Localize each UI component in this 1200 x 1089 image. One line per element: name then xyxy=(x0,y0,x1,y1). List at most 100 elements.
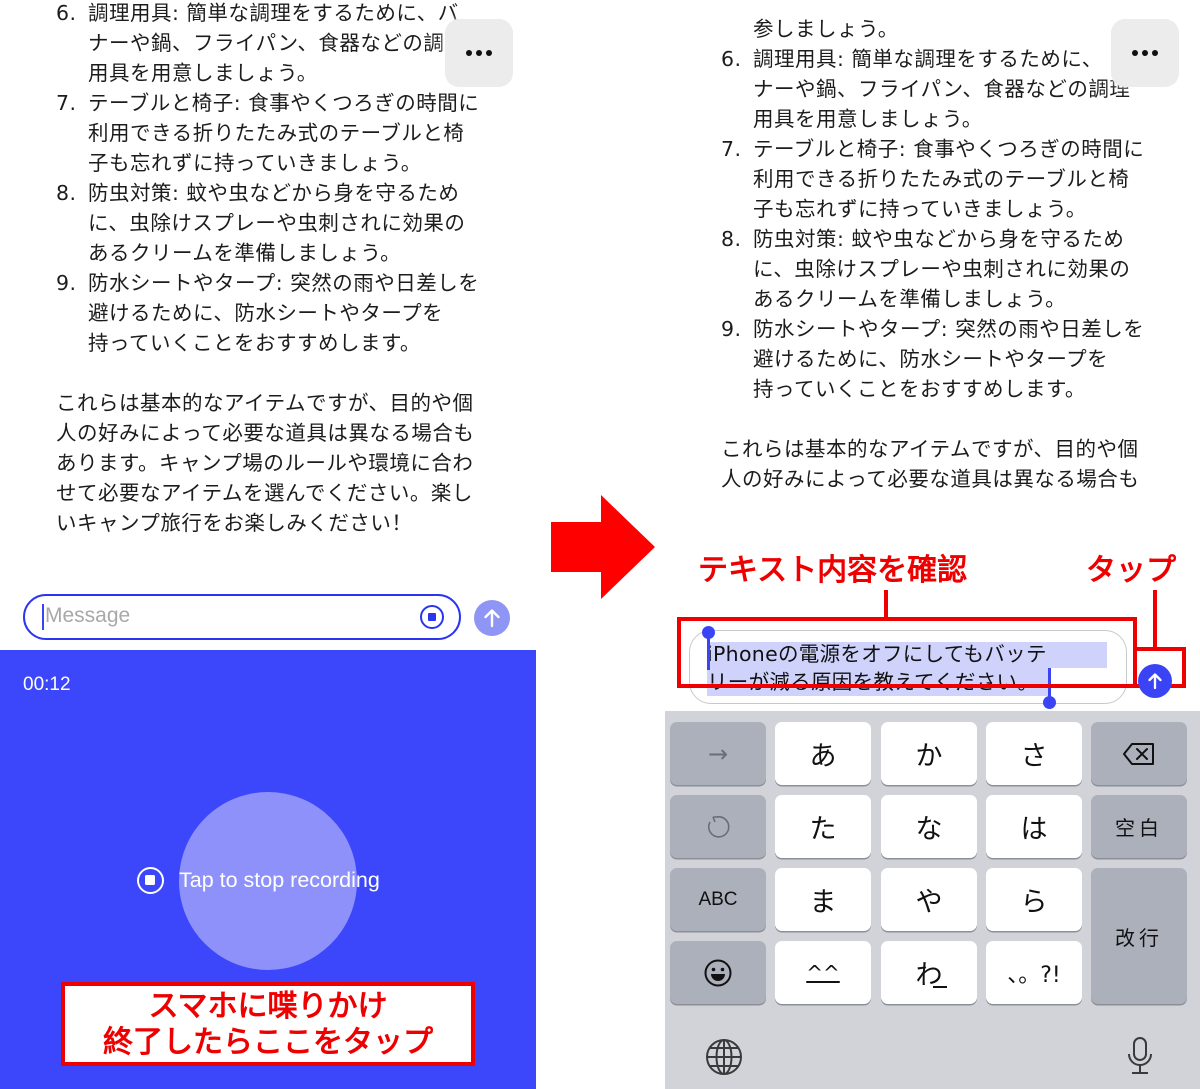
send-button[interactable] xyxy=(1138,664,1172,698)
key-na[interactable]: な xyxy=(881,795,977,858)
key-label: ら xyxy=(1020,887,1048,918)
key-label: な xyxy=(915,814,943,845)
list-number: 8. xyxy=(56,181,77,205)
text-line: に、虫除けスプレーや虫刺されに効果の xyxy=(753,257,1131,281)
list-number: 8. xyxy=(721,227,742,251)
list-number: 7. xyxy=(56,91,77,115)
key-next-candidate[interactable]: → xyxy=(670,722,766,785)
key-label: 、。?! xyxy=(1007,962,1061,988)
closing-paragraph: これらは基本的なアイテムですが、目的や個 人の好みによって必要な道具は異なる場合… xyxy=(665,434,1200,494)
list-item: 8. 防虫対策: 蚊や虫などから身を守るため に、虫除けスプレーや虫刺されに効果… xyxy=(0,178,536,268)
key-punctuation[interactable]: 、。?! xyxy=(986,941,1082,1004)
text-cursor xyxy=(42,604,44,630)
key-space[interactable]: 空白 xyxy=(1091,795,1187,858)
right-arrow-icon xyxy=(551,495,655,599)
arrow-right-icon: → xyxy=(707,739,729,768)
globe-icon[interactable] xyxy=(705,1038,743,1080)
text-line: 持っていくことをおすすめします。 xyxy=(88,331,421,355)
annotation-confirm-text: テキスト内容を確認 xyxy=(698,553,968,588)
text-line: あるクリームを準備しましょう。 xyxy=(753,287,1067,311)
text-line: 人の好みによって必要な道具は異なる場合も xyxy=(56,421,475,445)
annotation-line: 終了したらここをタップ xyxy=(103,1025,433,1060)
message-placeholder: Message xyxy=(45,604,131,627)
key-abc[interactable]: ABC xyxy=(670,868,766,931)
text-line: 防水シートやタープ: 突然の雨や日差しを xyxy=(753,317,1145,341)
more-options-button[interactable] xyxy=(1111,19,1179,87)
text-line: 人の好みによって必要な道具は異なる場合も xyxy=(721,467,1140,491)
key-undo[interactable] xyxy=(670,795,766,858)
text-line: いキャンプ旅行をお楽しみください！ xyxy=(56,511,413,535)
stop-recording-label: Tap to stop recording xyxy=(179,868,380,892)
list-number: 6. xyxy=(56,1,77,25)
key-emoji[interactable] xyxy=(670,941,766,1004)
undo-icon xyxy=(707,815,730,838)
text-line: 子も忘れずに持っていきましょう。 xyxy=(753,197,1087,221)
key-ka[interactable]: か xyxy=(881,722,977,785)
list-item: 8. 防虫対策: 蚊や虫などから身を守るため に、虫除けスプレーや虫刺されに効果… xyxy=(665,224,1200,314)
key-ra[interactable]: ら xyxy=(986,868,1082,931)
text-line: 持っていくことをおすすめします。 xyxy=(753,377,1086,401)
key-label: か xyxy=(915,741,943,772)
annotation-callout: スマホに喋りかけ 終了したらここをタップ xyxy=(61,982,475,1066)
text-line: 避けるために、防水シートやタープを xyxy=(88,301,444,325)
recording-timer: 00:12 xyxy=(23,674,71,695)
text-line: 防虫対策: 蚊や虫などから身を守るため xyxy=(753,227,1125,251)
list-item: 9. 防水シートやタープ: 突然の雨や日差しを 避けるために、防水シートやタープ… xyxy=(665,314,1200,404)
annotation-line: スマホに喋りかけ xyxy=(148,989,388,1024)
text-line: に、虫除けスプレーや虫刺されに効果の xyxy=(88,211,466,235)
small-kana-mark xyxy=(933,986,947,988)
ellipsis-icon xyxy=(464,50,494,56)
left-screen: 6. 調理用具: 簡単な調理をするために、バ ナーや鍋、フライパン、食器などの調… xyxy=(0,0,536,1089)
arrow-up-icon xyxy=(1148,673,1162,690)
key-label: あ xyxy=(809,741,837,772)
annotation-box-input xyxy=(677,617,1137,688)
stop-recording-button[interactable]: Tap to stop recording xyxy=(137,867,380,894)
list-number: 9. xyxy=(56,271,77,295)
backspace-icon xyxy=(1123,742,1154,765)
key-ya[interactable]: や xyxy=(881,868,977,931)
key-label: 空白 xyxy=(1115,816,1163,840)
japanese-keyboard: → あ か さ た な は 空白 ABC ま や ら 改行 ^^ わ 、。?! xyxy=(665,711,1200,1089)
text-line: これらは基本的なアイテムですが、目的や個 xyxy=(721,437,1139,461)
key-label: さ xyxy=(1020,741,1048,772)
key-return[interactable]: 改行 xyxy=(1091,868,1187,1004)
stop-recording-icon[interactable] xyxy=(420,605,444,629)
key-delete[interactable] xyxy=(1091,722,1187,785)
key-ha[interactable]: は xyxy=(986,795,1082,858)
text-line: 用具を用意しましょう。 xyxy=(753,107,983,131)
list-number: 7. xyxy=(721,137,742,161)
key-a[interactable]: あ xyxy=(775,722,871,785)
key-label: ABC xyxy=(698,888,738,910)
key-sa[interactable]: さ xyxy=(986,722,1082,785)
key-kaomoji[interactable]: ^^ xyxy=(775,941,871,1004)
key-wa[interactable]: わ xyxy=(881,941,977,1004)
list-number: 6. xyxy=(721,47,742,71)
key-label: 改行 xyxy=(1115,925,1163,950)
text-line: 防虫対策: 蚊や虫などから身を守るため xyxy=(88,181,460,205)
annotation-connector xyxy=(884,590,888,620)
key-ta[interactable]: た xyxy=(775,795,871,858)
list-item: 9. 防水シートやタープ: 突然の雨や日差しを 避けるために、防水シートやタープ… xyxy=(0,268,536,358)
key-ma[interactable]: ま xyxy=(775,868,871,931)
text-line: 利用できる折りたたみ式のテーブルと椅 xyxy=(753,167,1130,191)
text-line: これらは基本的なアイテムですが、目的や個 xyxy=(56,391,474,415)
text-line: あるクリームを準備しましょう。 xyxy=(88,241,402,265)
send-button[interactable] xyxy=(474,600,510,636)
text-line: 利用できる折りたたみ式のテーブルと椅 xyxy=(88,121,465,145)
key-label: た xyxy=(809,814,837,845)
list-item: 7. テーブルと椅子: 食事やくつろぎの時間に 利用できる折りたたみ式のテーブル… xyxy=(0,88,536,178)
selection-end-knob[interactable] xyxy=(1043,696,1056,709)
stop-icon xyxy=(137,867,164,894)
key-label: ^^ xyxy=(806,960,840,985)
key-label: は xyxy=(1020,814,1048,845)
text-line: あります。キャンプ場のルールや環境に合わ xyxy=(56,451,474,475)
text-line: 避けるために、防水シートやタープを xyxy=(753,347,1109,371)
arrow-up-icon xyxy=(484,609,500,628)
microphone-icon[interactable] xyxy=(1125,1036,1155,1080)
more-options-button[interactable] xyxy=(445,19,513,87)
closing-paragraph: これらは基本的なアイテムですが、目的や個 人の好みによって必要な道具は異なる場合… xyxy=(0,388,536,538)
voice-recording-panel[interactable]: 00:12 Tap to stop recording スマホに喋りかけ 終了し… xyxy=(0,650,536,1089)
text-line: テーブルと椅子: 食事やくつろぎの時間に xyxy=(753,137,1145,161)
ellipsis-icon xyxy=(1130,50,1160,56)
message-input[interactable]: Message xyxy=(23,594,461,640)
